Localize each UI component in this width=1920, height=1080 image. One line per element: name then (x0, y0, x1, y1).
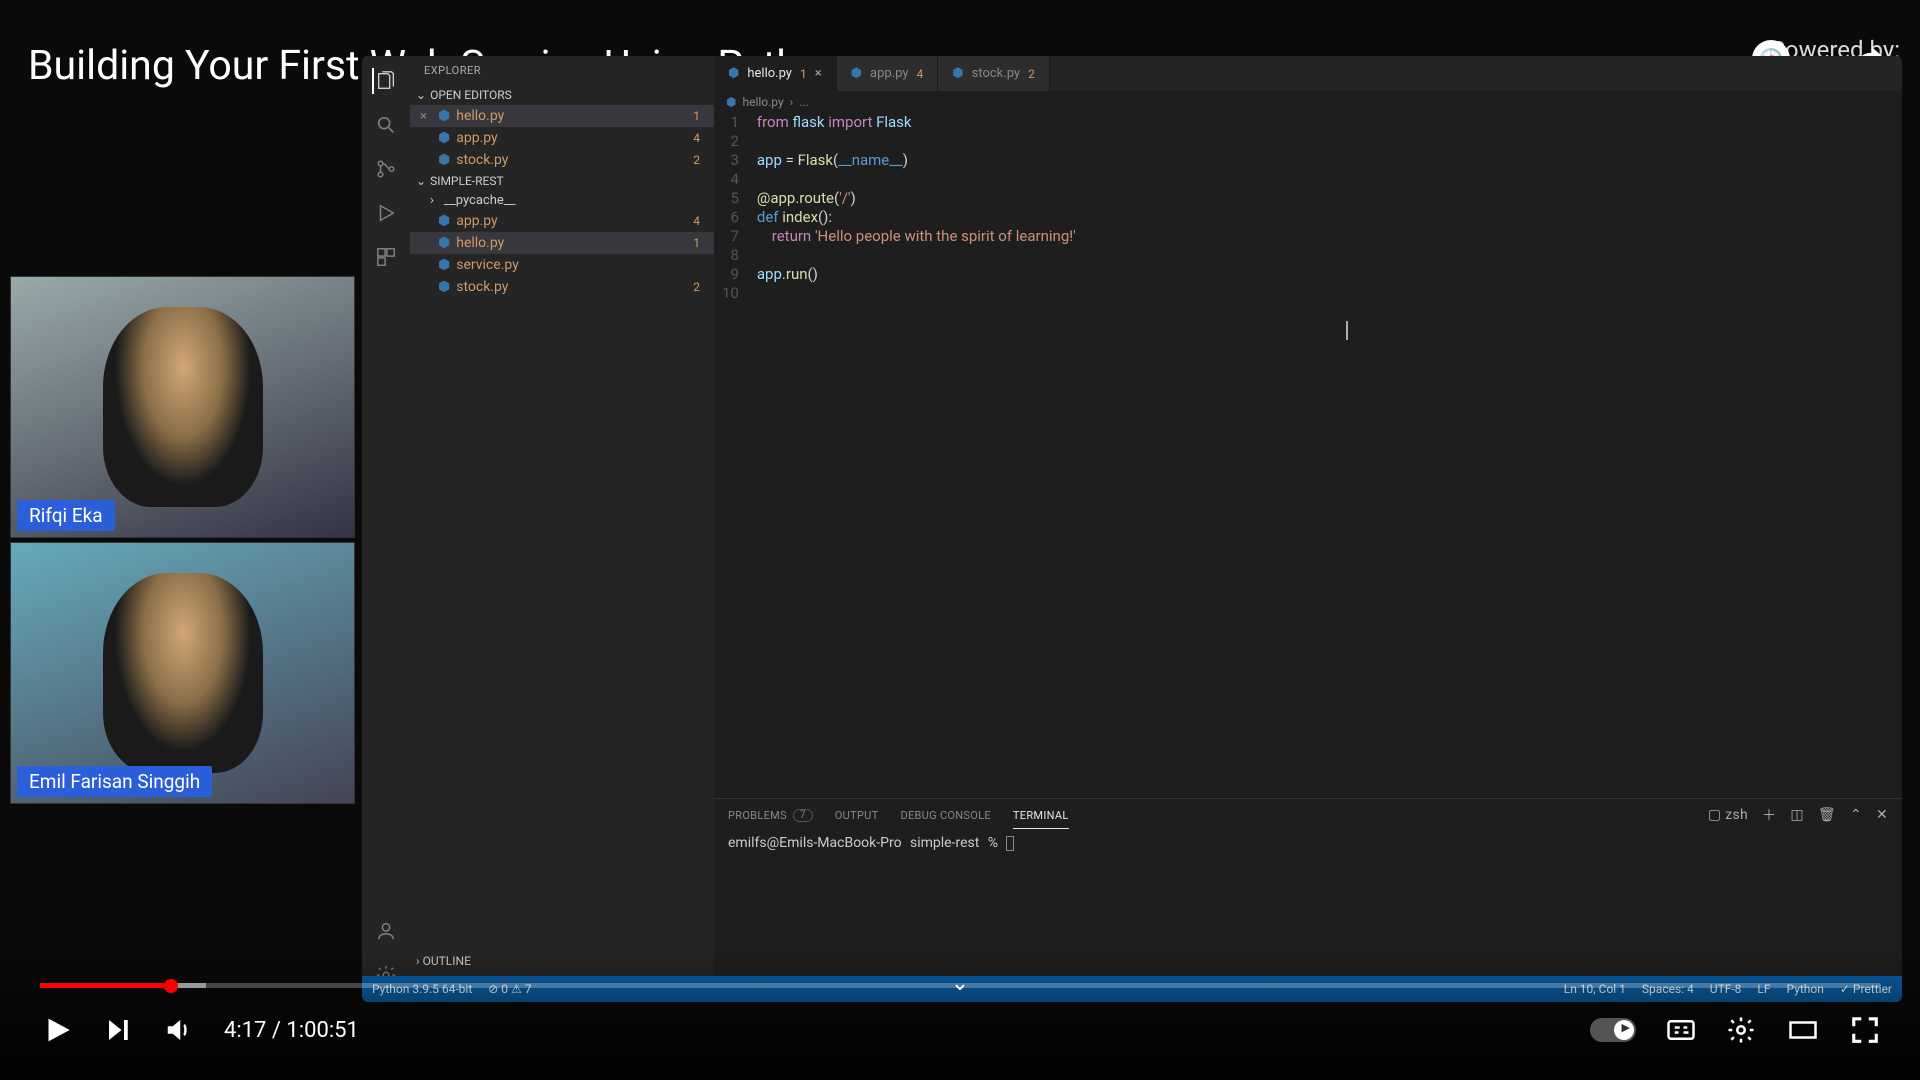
autoplay-toggle[interactable] (1590, 1018, 1636, 1042)
panel-tabs: PROBLEMS7 OUTPUT DEBUG CONSOLE TERMINAL ▢ z… (714, 799, 1902, 831)
person-silhouette (103, 307, 263, 507)
person-silhouette (103, 573, 263, 773)
open-editor-file[interactable]: ⬢app.py4 (410, 127, 714, 149)
explorer-header: EXPLORER (410, 56, 714, 85)
file-row[interactable]: ⬢app.py4 (410, 210, 714, 232)
tab-close-icon[interactable]: × (815, 66, 822, 81)
duration: 1:00:51 (286, 1018, 358, 1043)
breadcrumb-sep: › (790, 95, 794, 109)
settings-button[interactable] (1726, 1015, 1756, 1045)
split-terminal-button[interactable]: ◫ (1790, 807, 1804, 823)
panel-tab[interactable]: PROBLEMS7 (728, 809, 813, 822)
breadcrumb[interactable]: ⬢ hello.py › ... (714, 91, 1902, 113)
project-section[interactable]: SIMPLE-REST (410, 171, 714, 191)
panel-tab[interactable]: TERMINAL (1013, 809, 1069, 829)
file-badge: 2 (693, 280, 700, 294)
editor-tab[interactable]: ⬢stock.py2 (938, 56, 1050, 91)
theater-mode-button[interactable] (1786, 1015, 1820, 1045)
file-badge: 4 (693, 131, 700, 145)
speaker-name-label: Rifqi Eka (17, 500, 115, 531)
breadcrumb-rest: ... (799, 95, 809, 109)
terminal-cwd: simple-rest (910, 835, 979, 851)
source-control-icon[interactable] (373, 156, 399, 182)
time-display: 4:17 / 1:00:51 (224, 1018, 359, 1043)
kill-terminal-button[interactable]: 🗑 (1818, 807, 1836, 823)
code-editor[interactable]: 1 2 3 4 5 6 7 8 9 10 from flask import F… (714, 113, 1902, 303)
webcam-feed-1: Rifqi Eka (10, 276, 355, 538)
line-numbers: 1 2 3 4 5 6 7 8 9 10 (722, 113, 757, 303)
video-frame: Building Your First Web Service Using Py… (0, 0, 1920, 1080)
speaker-name-label: Emil Farisan Singgih (17, 766, 212, 797)
file-badge: 2 (693, 153, 700, 167)
run-debug-icon[interactable] (373, 200, 399, 226)
panel-maximize-button[interactable]: ⌃ (1850, 807, 1862, 823)
folder-row[interactable]: __pycache__ (410, 191, 714, 210)
play-button[interactable] (40, 1013, 74, 1047)
terminal-cursor (1006, 836, 1014, 851)
editor-tab[interactable]: ⬢app.py4 (837, 56, 939, 91)
current-time: 4:17 (224, 1018, 266, 1043)
panel-tab[interactable]: OUTPUT (835, 809, 879, 822)
file-badge: 4 (693, 214, 700, 228)
breadcrumb-file: hello.py (742, 95, 783, 109)
file-row[interactable]: ⬢service.py (410, 254, 714, 276)
file-row[interactable]: ⬢stock.py2 (410, 276, 714, 298)
panel-controls: ▢ zsh ＋ ◫ 🗑 ⌃ ✕ (1708, 805, 1888, 825)
search-icon[interactable] (373, 112, 399, 138)
extensions-icon[interactable] (373, 244, 399, 270)
chapter-toggle-button[interactable]: ⌄ (951, 971, 969, 996)
python-file-icon: ⬢ (726, 95, 736, 109)
panel-tab[interactable]: DEBUG CONSOLE (900, 809, 990, 822)
fullscreen-button[interactable] (1850, 1015, 1880, 1045)
terminal-user: emilfs@Emils-MacBook-Pro (728, 835, 902, 851)
webcam-column: Rifqi Eka Emil Farisan Singgih (10, 276, 355, 808)
progress-played (40, 983, 171, 988)
panel-close-button[interactable]: ✕ (1876, 807, 1888, 823)
project-label: SIMPLE-REST (430, 174, 504, 188)
open-editors-section[interactable]: OPEN EDITORS (410, 85, 714, 105)
explorer-sidebar: EXPLORER OPEN EDITORS ×⬢hello.py1⬢app.py… (410, 56, 714, 1002)
explorer-icon[interactable] (372, 68, 398, 94)
shell-label: zsh (1725, 807, 1748, 823)
captions-button[interactable] (1666, 1015, 1696, 1045)
close-icon[interactable]: × (420, 109, 427, 124)
editor-tabs: ⬢hello.py1×⬢app.py4⬢stock.py2 (714, 56, 1902, 91)
shell-selector[interactable]: ▢ zsh (1708, 807, 1748, 823)
accounts-icon[interactable] (373, 918, 399, 944)
terminal-prompt-symbol: % (988, 835, 998, 851)
open-editors-label: OPEN EDITORS (430, 88, 512, 102)
webcam-feed-2: Emil Farisan Singgih (10, 542, 355, 804)
time-sep: / (266, 1018, 286, 1043)
volume-button[interactable] (164, 1015, 194, 1045)
editor-tab[interactable]: ⬢hello.py1× (714, 56, 837, 91)
new-terminal-button[interactable]: ＋ (1762, 805, 1776, 825)
editor-area: ⬢hello.py1×⬢app.py4⬢stock.py2 ⬢ hello.py… (714, 56, 1902, 798)
file-badge: 1 (693, 109, 700, 123)
file-badge: 1 (693, 236, 700, 250)
file-row[interactable]: ⬢hello.py1 (410, 232, 714, 254)
open-editor-file[interactable]: ⬢stock.py2 (410, 149, 714, 171)
vscode-window: EXPLORER OPEN EDITORS ×⬢hello.py1⬢app.py… (362, 56, 1902, 1002)
activity-bar (362, 56, 410, 1002)
code-lines: from flask import Flask app = Flask(__na… (757, 113, 1076, 303)
player-controls: 4:17 / 1:00:51 (40, 1000, 1880, 1060)
next-button[interactable] (104, 1015, 134, 1045)
terminal-content[interactable]: emilfs@Emils-MacBook-Pro simple-rest % (714, 831, 1902, 855)
progress-scrubber[interactable] (164, 979, 178, 993)
text-caret (1346, 321, 1348, 340)
open-editor-file[interactable]: ×⬢hello.py1 (410, 105, 714, 127)
